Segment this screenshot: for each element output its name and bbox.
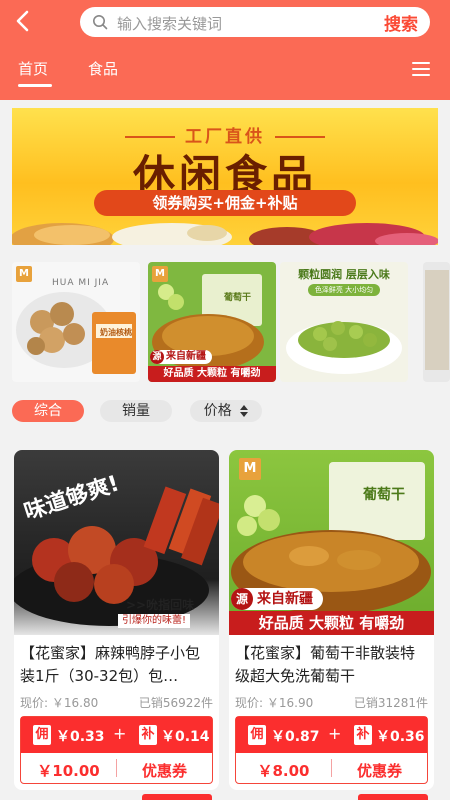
peas-headline: 颗粒圆润 层层入味 <box>298 268 390 281</box>
sold-count: 已销56922件 <box>138 696 213 710</box>
commission-tag: 佣 <box>248 725 266 745</box>
raisin-origin-tag: 源 来自新疆 <box>150 350 212 364</box>
filter-price-label: 价格 <box>203 403 232 419</box>
product-image: M 葡萄干 源 来自新疆 好品质 大颗粒 有嚼劲 <box>229 450 434 635</box>
commission-tag: 佣 <box>33 725 51 745</box>
commission-value: ￥0.87 <box>271 729 320 745</box>
raisin-feature-text: 好品质 大颗粒 有嚼劲 <box>148 366 276 382</box>
filter-price[interactable]: 价格 <box>190 400 262 422</box>
product-card-duck-neck[interactable]: 味道够爽! >>吮指回味 引爆你的味蕾! 【花蜜家】麻辣鸭脖子小包装1斤（30-… <box>14 450 219 790</box>
brand-logo-icon: M <box>16 266 32 282</box>
product-meta: 现价: ￥16.80 已销56922件 <box>20 694 213 711</box>
buy-button-peek[interactable] <box>142 794 212 800</box>
header-bar: 输入搜索关键词 搜索 首页 食品 <box>0 0 450 100</box>
brand-logo-icon: M <box>239 458 261 480</box>
current-price: 现价: ￥16.90 <box>235 696 314 710</box>
plus-sign: + <box>328 724 342 743</box>
current-price: 现价: ￥16.80 <box>20 696 99 710</box>
strip-card-peas[interactable]: 颗粒圆润 层层入味 色泽鲜亮 大小均匀 <box>280 262 408 382</box>
commission-value: ￥0.33 <box>56 729 105 745</box>
commission-row: 佣 ￥0.87 + 补 ￥0.36 <box>236 717 427 753</box>
source-mark: 源 <box>231 588 253 610</box>
product-image: 味道够爽! >>吮指回味 引爆你的味蕾! <box>14 450 219 635</box>
filter-comprehensive[interactable]: 综合 <box>12 400 84 422</box>
product-title[interactable]: 【花蜜家】麻辣鸭脖子小包装1斤（30-32包）包… <box>20 642 213 688</box>
coupon-box[interactable]: 佣 ￥0.87 + 补 ￥0.36 ￥8.00 优惠券 <box>235 716 428 784</box>
search-button[interactable]: 搜索 <box>384 10 418 35</box>
coupon-label[interactable]: 优惠券 <box>332 760 427 781</box>
sold-count: 已销31281件 <box>353 696 428 710</box>
strip-card-walnuts[interactable]: M HUA MI JIA 奶油核桃 <box>12 262 140 382</box>
buy-button-peek[interactable] <box>358 794 428 800</box>
walnut-overlay-text: HUA MI JIA <box>52 278 110 288</box>
tab-home[interactable]: 首页 <box>18 58 48 79</box>
search-icon <box>93 15 108 30</box>
raisin-feature-text: 好品质 大颗粒 有嚼劲 <box>229 611 434 635</box>
brand-logo-icon: M <box>152 266 168 282</box>
peas-sub: 色泽鲜亮 大小均匀 <box>308 284 380 296</box>
raisin-origin-text: 来自新疆 <box>166 351 206 362</box>
subsidy-value: ￥0.14 <box>161 729 210 745</box>
coupon-row: ￥10.00 优惠券 <box>21 753 212 783</box>
duck-image-text3: 引爆你的味蕾! <box>118 614 191 628</box>
search-bar[interactable]: 输入搜索关键词 搜索 <box>80 7 430 37</box>
product-meta: 现价: ￥16.90 已销31281件 <box>235 694 428 711</box>
raisin-origin-text: 来自新疆 <box>257 591 313 607</box>
active-tab-indicator <box>18 84 52 87</box>
sort-arrows-icon <box>240 405 249 417</box>
product-title[interactable]: 【花蜜家】葡萄干非散装特级超大免洗葡萄干 <box>235 642 428 688</box>
coupon-box[interactable]: 佣 ￥0.33 + 补 ￥0.14 ￥10.00 优惠券 <box>20 716 213 784</box>
category-strip: M HUA MI JIA 奶油核桃 M 葡萄干 源 来自新疆 好品质 大颗粒 有… <box>12 262 450 384</box>
commission-row: 佣 ￥0.33 + 补 ￥0.14 <box>21 717 212 753</box>
duck-image-text2: >>吮指回味 <box>126 598 195 612</box>
coupon-row: ￥8.00 优惠券 <box>236 753 427 783</box>
walnut-package-text: 奶油核桃 <box>100 328 132 337</box>
subsidy-tag: 补 <box>354 725 372 745</box>
raisin-package-text: 葡萄干 <box>363 487 405 503</box>
filter-sales[interactable]: 销量 <box>100 400 172 422</box>
raisin-origin-tag: 源 来自新疆 <box>231 588 323 610</box>
coupon-label[interactable]: 优惠券 <box>117 760 212 781</box>
raisin-package-text: 葡萄干 <box>224 293 252 303</box>
source-mark: 源 <box>150 350 164 364</box>
product-card-raisins[interactable]: M 葡萄干 源 来自新疆 好品质 大颗粒 有嚼劲 【花蜜家】葡萄干非散装特级超大… <box>229 450 434 790</box>
promo-banner[interactable]: 工厂直供 休闲食品 领券购买+佣金+补贴 <box>12 108 438 245</box>
subsidy-value: ￥0.36 <box>376 729 425 745</box>
coupon-amount: ￥8.00 <box>257 762 310 780</box>
tab-food[interactable]: 食品 <box>88 58 118 79</box>
subsidy-tag: 补 <box>139 725 157 745</box>
menu-icon[interactable] <box>412 62 430 76</box>
strip-card-partial[interactable] <box>423 262 450 382</box>
banner-food-image <box>12 223 438 245</box>
plus-sign: + <box>113 724 127 743</box>
coupon-amount: ￥10.00 <box>37 762 100 780</box>
search-input[interactable]: 输入搜索关键词 <box>117 13 222 34</box>
back-arrow-icon[interactable] <box>10 8 36 34</box>
strip-card-raisins[interactable]: M 葡萄干 源 来自新疆 好品质 大颗粒 有嚼劲 <box>148 262 276 382</box>
